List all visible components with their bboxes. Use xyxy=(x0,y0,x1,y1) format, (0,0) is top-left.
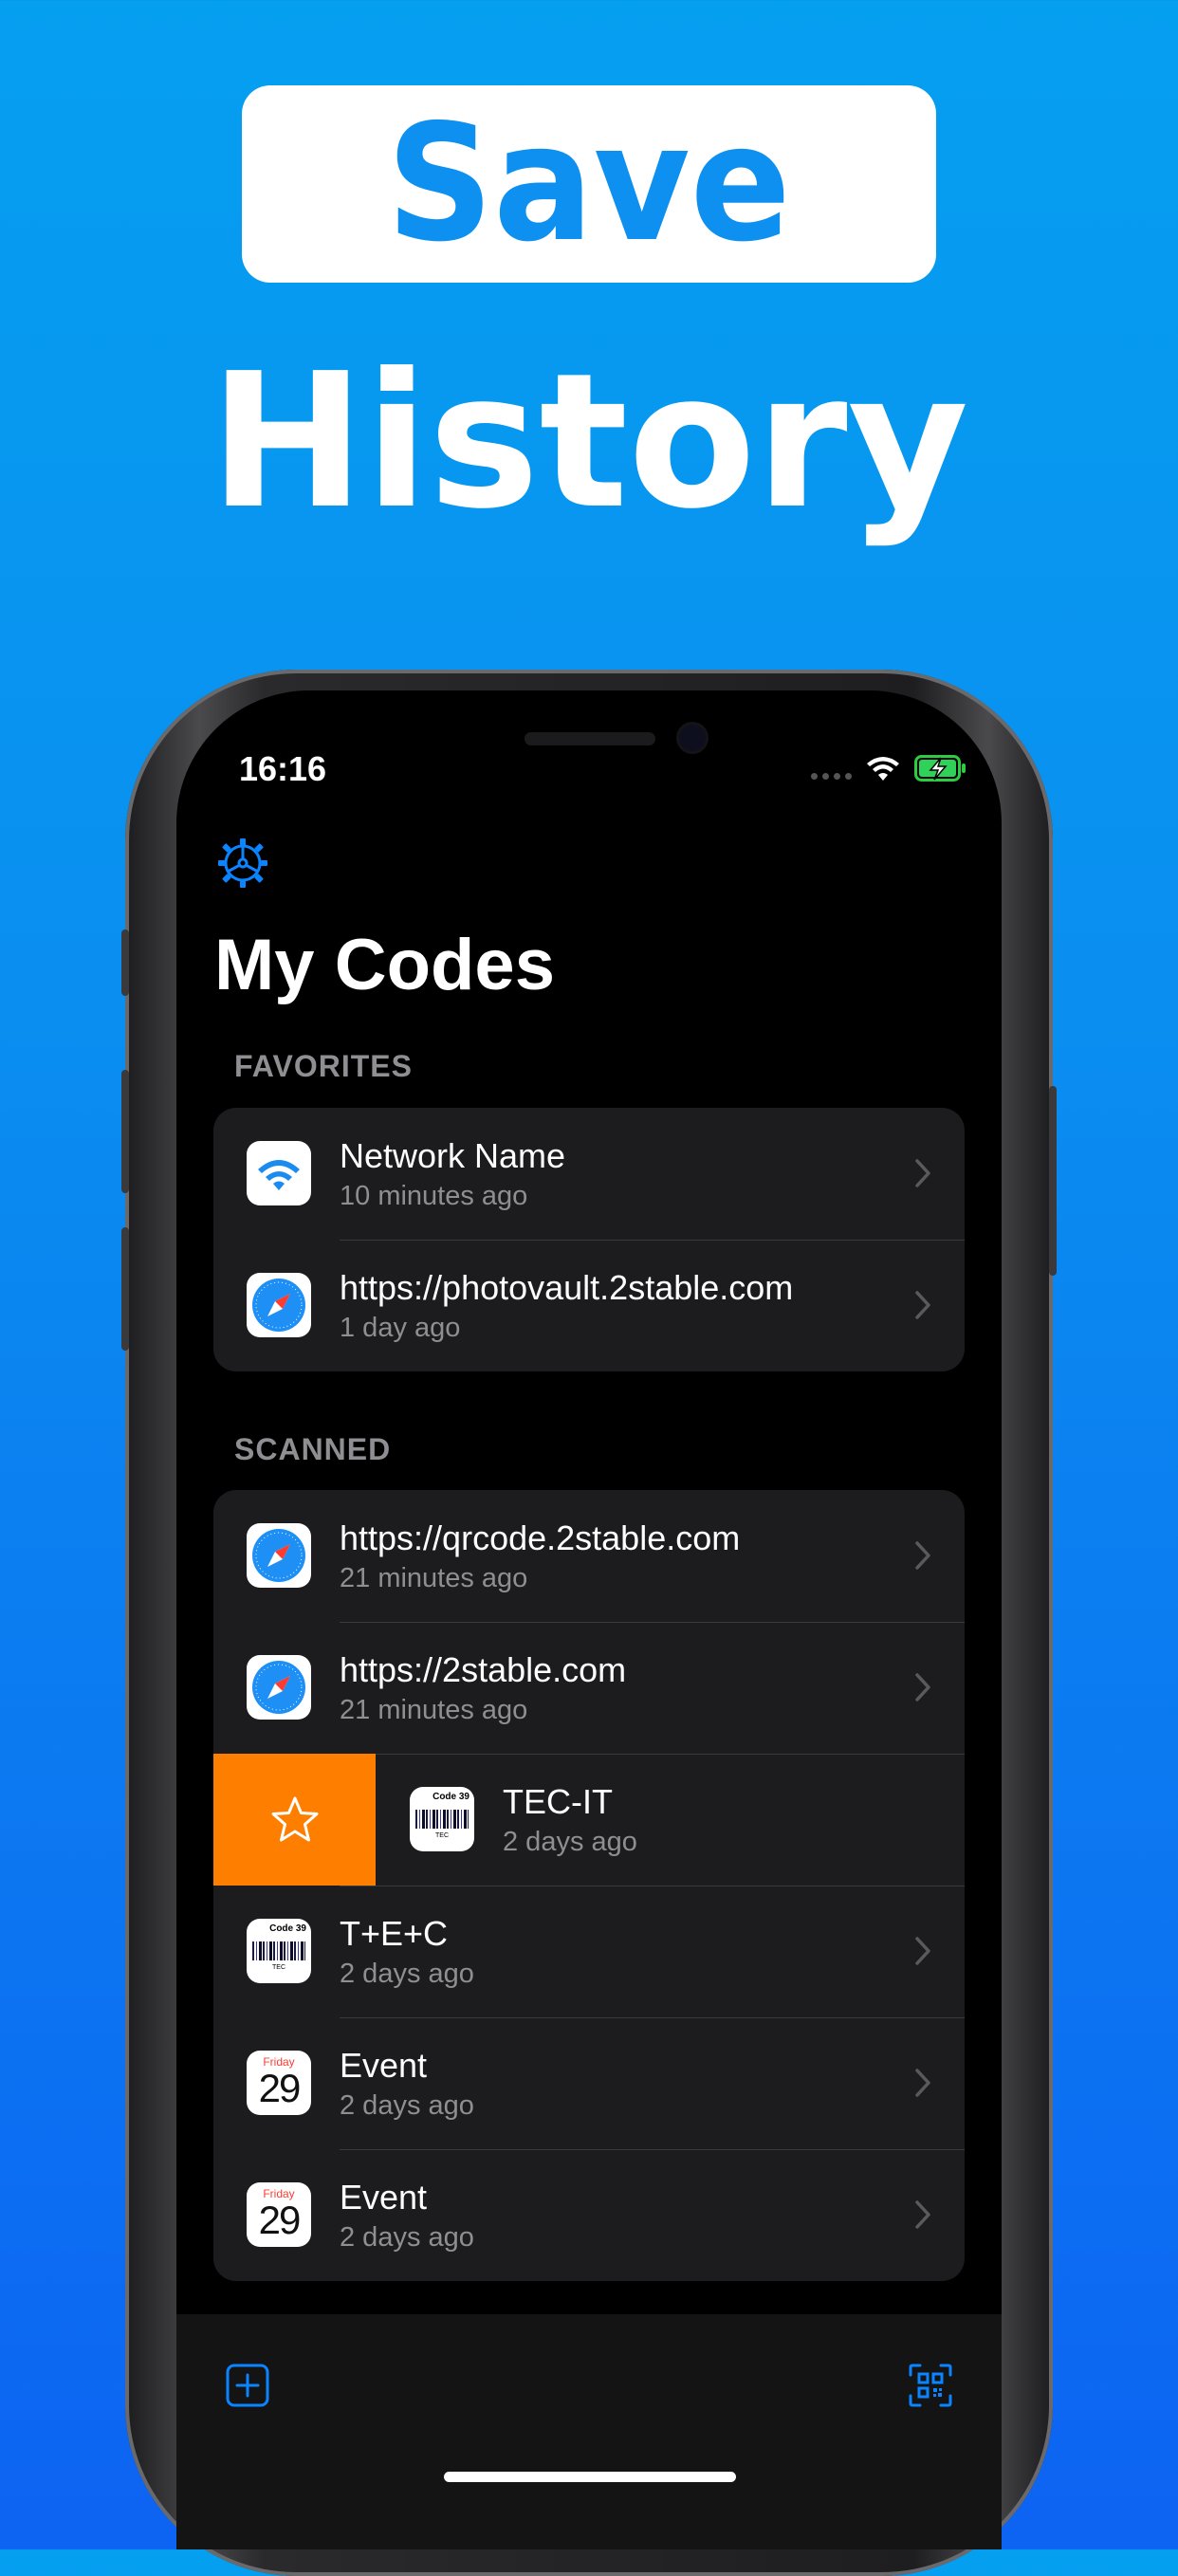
list-item-title: https://qrcode.2stable.com xyxy=(340,1518,741,1557)
favorite-swipe-action[interactable] xyxy=(213,1754,376,1886)
cellular-signal-icon xyxy=(811,751,852,785)
mute-switch xyxy=(121,929,129,996)
section-header-favorites: FAVORITES xyxy=(234,1049,413,1083)
chevron-right-icon xyxy=(915,1159,930,1187)
wifi-icon xyxy=(247,1141,311,1205)
home-indicator xyxy=(444,2472,736,2482)
status-indicators xyxy=(811,751,967,785)
power-button xyxy=(1049,1086,1057,1276)
list-item[interactable]: Network Name 10 minutes ago xyxy=(213,1108,965,1240)
promo-subheadline: History xyxy=(209,334,969,550)
calendar-icon: Friday 29 xyxy=(247,2182,311,2247)
list-item[interactable]: https://qrcode.2stable.com 21 minutes ag… xyxy=(213,1490,965,1622)
chevron-right-icon xyxy=(915,1937,930,1965)
list-item[interactable]: Code 39 TEC T+E+C 2 days ago xyxy=(213,1886,965,2017)
promo-headline-pill: Save xyxy=(242,85,936,283)
front-camera xyxy=(679,725,706,751)
list-item-title: Event xyxy=(340,2178,428,2217)
bottom-toolbar xyxy=(176,2314,1002,2549)
safari-icon xyxy=(247,1523,311,1588)
barcode-icon: Code 39 TEC xyxy=(410,1787,474,1851)
phone-screen: 16:16 My Codes FAVORITES Network Name 10… xyxy=(176,690,1002,2549)
chevron-right-icon xyxy=(915,2200,930,2229)
list-item-swiped[interactable]: Code 39 TEC TEC-IT 2 days ago xyxy=(213,1754,965,1886)
list-item-title: Network Name xyxy=(340,1136,566,1175)
volume-down-button xyxy=(121,1227,129,1351)
list-item-title: https://2stable.com xyxy=(340,1650,627,1689)
list-item-title: T+E+C xyxy=(340,1914,449,1953)
volume-up-button xyxy=(121,1070,129,1193)
status-time: 16:16 xyxy=(239,749,327,788)
list-item-subtitle: 2 days ago xyxy=(340,1959,474,1989)
list-item[interactable]: Friday 29 Event 2 days ago xyxy=(213,2017,965,2149)
settings-gear-icon[interactable] xyxy=(216,837,269,890)
safari-icon xyxy=(247,1655,311,1720)
list-item-subtitle: 21 minutes ago xyxy=(340,1563,528,1593)
scanned-list: https://qrcode.2stable.com 21 minutes ag… xyxy=(213,1490,965,2281)
barcode-icon: Code 39 TEC xyxy=(247,1919,311,1983)
list-item-subtitle: 2 days ago xyxy=(340,2222,474,2253)
chevron-right-icon xyxy=(915,1291,930,1319)
list-item-title: https://photovault.2stable.com xyxy=(340,1268,794,1307)
chevron-right-icon xyxy=(915,1673,930,1702)
list-item[interactable]: Friday 29 Event 2 days ago xyxy=(213,2149,965,2281)
add-code-button[interactable] xyxy=(224,2362,271,2409)
promo-headline: Save xyxy=(386,90,792,278)
list-item-title: Event xyxy=(340,2046,428,2085)
battery-charging-icon xyxy=(914,755,966,782)
chevron-right-icon xyxy=(915,2069,930,2097)
wifi-status-icon xyxy=(867,757,899,781)
list-item-title: TEC-IT xyxy=(503,1782,613,1821)
list-item-subtitle: 21 minutes ago xyxy=(340,1695,528,1725)
earpiece-speaker xyxy=(525,732,655,745)
list-item-subtitle: 1 day ago xyxy=(340,1313,461,1343)
favorites-list: Network Name 10 minutes ago https://phot… xyxy=(213,1108,965,1371)
section-header-scanned: SCANNED xyxy=(234,1432,392,1466)
list-item-subtitle: 2 days ago xyxy=(503,1827,637,1857)
qr-scan-button[interactable] xyxy=(907,2362,954,2409)
list-item-subtitle: 2 days ago xyxy=(340,2090,474,2121)
list-item[interactable]: https://photovault.2stable.com 1 day ago xyxy=(213,1240,965,1371)
star-icon xyxy=(271,1796,318,1841)
page-title: My Codes xyxy=(214,925,555,1005)
calendar-icon: Friday 29 xyxy=(247,2051,311,2115)
list-item[interactable]: https://2stable.com 21 minutes ago xyxy=(213,1622,965,1754)
list-item-subtitle: 10 minutes ago xyxy=(340,1181,528,1211)
safari-icon xyxy=(247,1273,311,1337)
chevron-right-icon xyxy=(915,1541,930,1570)
